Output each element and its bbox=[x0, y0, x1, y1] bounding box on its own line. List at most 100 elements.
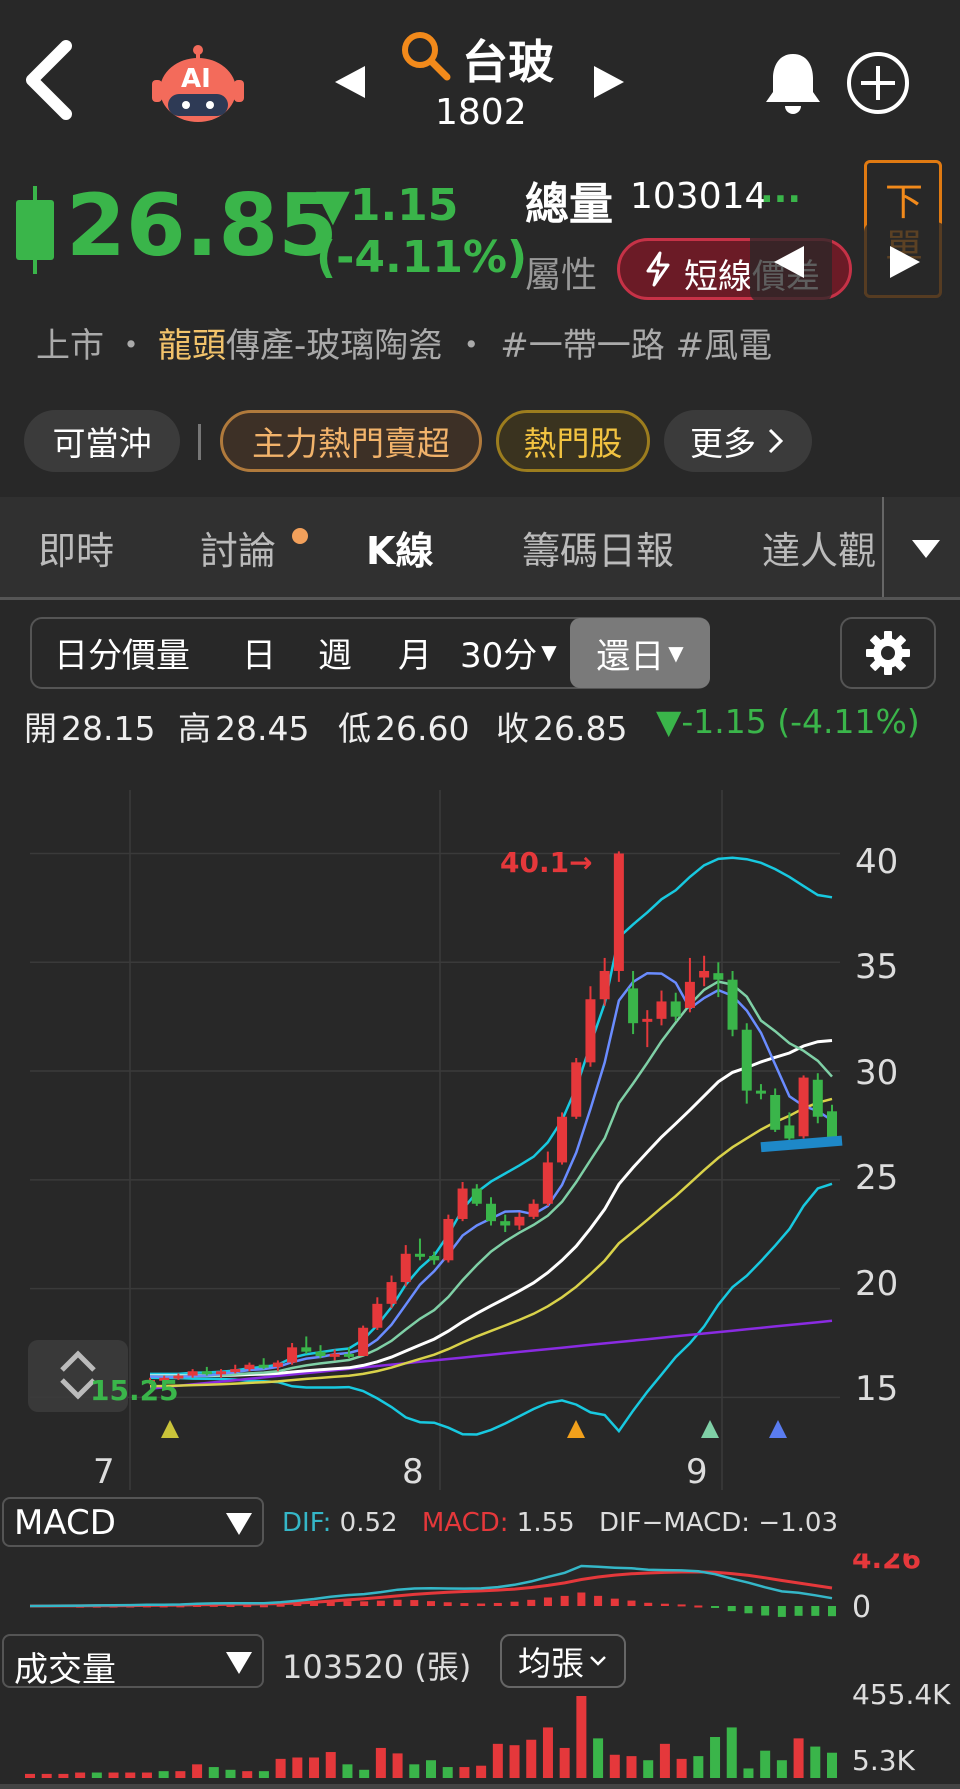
chip-hot-stock-label: 熱門股 bbox=[523, 424, 623, 463]
volume-bar bbox=[659, 1743, 670, 1778]
volume-bar bbox=[392, 1753, 403, 1778]
y-tick-35: 35 bbox=[855, 947, 899, 987]
candle-down bbox=[414, 1253, 425, 1257]
ohlc-change: ▼-1.15 (-4.11%) bbox=[656, 702, 920, 741]
volume-more[interactable]: ... bbox=[760, 170, 801, 211]
macd-tick-max: 4.26 bbox=[852, 1542, 922, 1575]
bell-icon[interactable] bbox=[763, 50, 823, 120]
candle-up bbox=[542, 1162, 553, 1204]
volume-bar bbox=[776, 1760, 787, 1778]
candle-up bbox=[613, 853, 624, 971]
volume-bar bbox=[726, 1727, 737, 1778]
volume-bar bbox=[710, 1737, 721, 1778]
volume-bar bbox=[576, 1696, 587, 1778]
signal-triangle bbox=[567, 1420, 585, 1438]
macd-histogram-bar bbox=[727, 1606, 736, 1612]
tab-discussion[interactable]: 討論 bbox=[200, 520, 276, 575]
prev-stock-arrow[interactable] bbox=[335, 66, 365, 98]
candle-up bbox=[216, 1371, 227, 1375]
annotation-high: 40.1→ bbox=[500, 846, 593, 879]
candle-up bbox=[443, 1218, 454, 1261]
avg-lots-button[interactable]: 均張 bbox=[500, 1634, 626, 1688]
tags-line: 上市・龍頭傳產-玻璃陶瓷・ #一帶一路 #風電 bbox=[36, 318, 772, 367]
ma10-line bbox=[149, 980, 833, 1378]
signal-triangle bbox=[161, 1420, 179, 1438]
candle-down bbox=[628, 988, 639, 1024]
tab-expert[interactable]: 達人觀 bbox=[762, 520, 876, 575]
tab-realtime[interactable]: 即時 bbox=[38, 520, 114, 575]
bollinger-upper-line bbox=[150, 856, 833, 1376]
tag-market[interactable]: 上市 bbox=[36, 326, 104, 366]
chip-hot-stock[interactable]: 熱門股 bbox=[496, 410, 650, 472]
chart-settings-button[interactable] bbox=[840, 617, 936, 689]
candle-up bbox=[272, 1362, 283, 1367]
candle-up bbox=[187, 1371, 198, 1376]
chip-daytrade[interactable]: 可當沖 bbox=[24, 410, 180, 472]
macd-histogram-bar bbox=[777, 1606, 786, 1617]
period-30min[interactable]: 30分 ▼ bbox=[460, 618, 557, 686]
next-stock-arrow[interactable] bbox=[594, 66, 624, 98]
candle-down bbox=[827, 1111, 837, 1140]
candle-up bbox=[386, 1282, 397, 1304]
period-minute-price-volume[interactable]: 日分價量 bbox=[54, 618, 190, 686]
chip-daytrade-label: 可當沖 bbox=[52, 424, 152, 463]
tag-industry[interactable]: 傳產-玻璃陶瓷 bbox=[226, 326, 442, 366]
candle-down bbox=[784, 1125, 795, 1139]
candle-up bbox=[642, 1018, 653, 1022]
candle-down bbox=[429, 1255, 440, 1261]
volume-bar bbox=[158, 1771, 169, 1778]
volume-bar bbox=[208, 1767, 219, 1778]
ohlc-low: 低 26.60 bbox=[338, 709, 470, 748]
tab-chip-daily[interactable]: 籌碼日報 bbox=[522, 520, 674, 575]
period-week[interactable]: 週 bbox=[318, 618, 352, 686]
candle-up bbox=[585, 999, 596, 1063]
candle-down bbox=[755, 1090, 766, 1094]
chip-more[interactable]: 更多 bbox=[664, 410, 812, 472]
add-icon[interactable] bbox=[845, 50, 911, 120]
x-tick-7: 7 bbox=[93, 1452, 115, 1492]
macd-histogram-bar bbox=[543, 1597, 552, 1606]
period-month[interactable]: 月 bbox=[398, 618, 432, 686]
candle-down bbox=[670, 1001, 681, 1017]
macd-values: DIF: 0.52 MACD: 1.55 DIF−MACD: −1.03 bbox=[282, 1508, 839, 1538]
candle-down bbox=[343, 1353, 354, 1357]
macd-histogram-bar bbox=[427, 1601, 435, 1606]
volume-bar bbox=[375, 1747, 386, 1778]
dropdown-caret-icon bbox=[226, 1652, 252, 1674]
avg-lots-label: 均張 bbox=[518, 1644, 584, 1683]
macd-histogram-bar bbox=[744, 1606, 753, 1614]
tab-kline[interactable]: K線 bbox=[366, 520, 433, 575]
x-tick-8: 8 bbox=[402, 1452, 424, 1492]
search-icon[interactable] bbox=[400, 30, 452, 86]
volume-bar bbox=[125, 1772, 136, 1778]
gear-icon bbox=[866, 631, 910, 675]
overlay-prev-button[interactable] bbox=[750, 222, 832, 302]
volume-selector[interactable]: 成交量 bbox=[2, 1634, 264, 1690]
volume-bar bbox=[559, 1747, 570, 1778]
macd-histogram-bar bbox=[527, 1599, 536, 1606]
caret-down-icon: ▼ bbox=[541, 640, 557, 664]
volume-bar bbox=[275, 1758, 286, 1778]
volume-bar bbox=[25, 1773, 35, 1778]
overlay-next-button[interactable] bbox=[864, 222, 946, 302]
volume-chart bbox=[25, 1696, 837, 1778]
tab-dropdown-arrow[interactable] bbox=[912, 540, 940, 558]
chip-major-sell[interactable]: 主力熱門賣超 bbox=[220, 410, 482, 472]
tag-leader[interactable]: 龍頭 bbox=[158, 326, 226, 366]
stock-name[interactable]: 台玻 bbox=[462, 26, 554, 92]
tag-hashtags[interactable]: #一帶一路 #風電 bbox=[500, 326, 772, 366]
ai-robot-icon[interactable]: AI bbox=[150, 44, 246, 124]
tab-divider bbox=[882, 497, 884, 597]
period-day[interactable]: 日 bbox=[242, 618, 276, 686]
ma5-line bbox=[149, 971, 833, 1379]
macd-selector[interactable]: MACD bbox=[2, 1497, 264, 1547]
candle-up bbox=[528, 1203, 539, 1217]
period-restore-day[interactable]: 還日 ▼ bbox=[570, 618, 710, 688]
macd-histogram-bar bbox=[376, 1600, 385, 1606]
candle-up bbox=[684, 981, 695, 1008]
macd-histogram-bar bbox=[493, 1602, 502, 1606]
back-button[interactable] bbox=[22, 40, 78, 120]
volume-bar bbox=[242, 1771, 253, 1778]
discussion-dot-badge bbox=[292, 528, 308, 544]
candle-down bbox=[713, 973, 724, 980]
